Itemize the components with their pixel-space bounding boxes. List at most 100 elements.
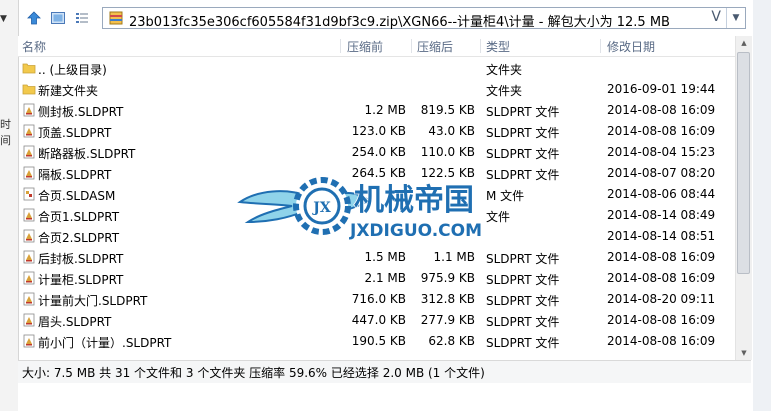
file-compressed-size: 312.8 KB (420, 292, 475, 306)
file-name: 合页.SLDASM (38, 189, 116, 203)
column-header-type[interactable]: 类型 (486, 38, 510, 55)
file-modified-date: 2016-09-01 19:44 (607, 82, 716, 96)
file-list: 名称 压缩前 压缩后 类型 修改日期 .. (上级目录) 文件夹 新建文件夹 文件夹 2… (18, 36, 735, 360)
file-type: M 文件 (486, 189, 525, 203)
column-header-compressed[interactable]: 压缩后 (417, 38, 453, 55)
file-type: SLDPRT 文件 (486, 105, 560, 119)
path-history-glyph: V (711, 9, 721, 25)
file-packed-size: 190.5 KB (351, 334, 406, 348)
table-row[interactable]: .. (上级目录) 文件夹 (18, 58, 735, 79)
toolbar: 23b013fc35e306cf605584f31d9bf3c9.zip\XGN… (18, 6, 753, 32)
file-modified-date: 2014-08-08 16:09 (607, 250, 716, 264)
table-row[interactable]: 断路器板.SLDPRT 254.0 KB 110.0 KB SLDPRT 文件 2014… (18, 142, 735, 163)
file-name: .. (上级目录) (38, 63, 107, 77)
file-packed-size: 1.5 MB (364, 250, 406, 264)
scroll-up-button[interactable]: ▲ (736, 36, 752, 50)
file-modified-date: 2014-08-08 16:09 (607, 313, 716, 327)
column-separator[interactable] (480, 39, 481, 53)
underlying-dropdown-icon: ▼ (0, 14, 7, 24)
file-name: 眉头.SLDPRT (38, 315, 112, 329)
file-name: 顶盖.SLDPRT (38, 126, 112, 140)
file-type: SLDPRT 文件 (486, 315, 560, 329)
file-modified-date: 2014-08-14 08:51 (607, 229, 716, 243)
file-name: 侧封板.SLDPRT (38, 105, 124, 119)
file-compressed-size: 819.5 KB (420, 103, 475, 117)
file-type: SLDPRT 文件 (486, 126, 560, 140)
column-separator[interactable] (411, 39, 412, 53)
file-packed-size: 254.0 KB (351, 145, 406, 159)
table-row[interactable]: 新建文件夹 文件夹 2016-09-01 19:44 (18, 79, 735, 100)
file-name: 计量柜.SLDPRT (38, 273, 124, 287)
column-separator[interactable] (600, 39, 601, 53)
underlying-window-strip-right (753, 0, 771, 411)
file-name: 断路器板.SLDPRT (38, 147, 136, 161)
up-arrow-icon (27, 11, 41, 25)
vertical-scrollbar[interactable]: ▲ ▼ (735, 36, 752, 360)
file-compressed-size: 975.9 KB (420, 271, 475, 285)
file-type: 文件夹 (486, 63, 523, 77)
list-view-icon (76, 13, 88, 23)
table-row[interactable]: 合页1.SLDPRT 文件 2014-08-14 08:49 (18, 205, 735, 226)
column-header-name[interactable]: 名称 (22, 38, 46, 55)
file-modified-date: 2014-08-08 16:09 (607, 124, 716, 138)
file-packed-size: 447.0 KB (351, 313, 406, 327)
column-header-packed[interactable]: 压缩前 (347, 38, 383, 55)
file-type: SLDPRT 文件 (486, 273, 560, 287)
file-type: SLDPRT 文件 (486, 336, 560, 350)
underlying-window-fragment: 时间 (0, 118, 11, 147)
file-name: 后封板.SLDPRT (38, 252, 124, 266)
scrollbar-thumb[interactable] (737, 52, 750, 274)
file-compressed-size: 43.0 KB (428, 124, 475, 138)
file-type: 文件夹 (486, 84, 523, 98)
table-row[interactable]: 隔板.SLDPRT 264.5 KB 122.5 KB SLDPRT 文件 2014-0… (18, 163, 735, 184)
path-dropdown-button[interactable]: ▼ (726, 8, 745, 28)
table-row[interactable]: 合页.SLDASM M 文件 2014-08-06 08:44 (18, 184, 735, 205)
column-separator[interactable] (340, 39, 341, 53)
file-packed-size: 1.2 MB (364, 103, 406, 117)
file-modified-date: 2014-08-08 16:09 (607, 271, 716, 285)
file-name: 隔板.SLDPRT (38, 168, 112, 182)
file-type: SLDPRT 文件 (486, 252, 560, 266)
file-compressed-size: 1.1 MB (433, 250, 475, 264)
view-list-button[interactable] (72, 8, 92, 28)
file-compressed-size: 62.8 KB (428, 334, 475, 348)
file-modified-date: 2014-08-14 08:49 (607, 208, 716, 222)
file-type: SLDPRT 文件 (486, 147, 560, 161)
file-compressed-size: 277.9 KB (420, 313, 475, 327)
table-row[interactable]: 计量前大门.SLDPRT 716.0 KB 312.8 KB SLDPRT 文件 201… (18, 289, 735, 310)
file-type: 文件 (486, 210, 511, 224)
file-modified-date: 2014-08-20 09:11 (607, 292, 716, 306)
status-text: 大小: 7.5 MB 共 31 个文件和 3 个文件夹 压缩率 59.6% 已经… (22, 366, 485, 380)
archive-path-text: 23b013fc35e306cf605584f31d9bf3c9.zip\XGN… (129, 15, 670, 30)
zip-archive-icon (109, 11, 123, 25)
table-row[interactable]: 后封板.SLDPRT 1.5 MB 1.1 MB SLDPRT 文件 2014-08-0… (18, 247, 735, 268)
table-row[interactable]: 前小门（计量）.SLDPRT 190.5 KB 62.8 KB SLDPRT 文件 20… (18, 331, 735, 352)
path-address-bar[interactable]: 23b013fc35e306cf605584f31d9bf3c9.zip\XGN… (102, 7, 746, 30)
window-bottom-area (18, 383, 753, 411)
file-name: 新建文件夹 (38, 84, 99, 98)
file-packed-size: 123.0 KB (351, 124, 406, 138)
file-name: 前小门（计量）.SLDPRT (38, 336, 172, 350)
file-modified-date: 2014-08-04 15:23 (607, 145, 716, 159)
list-header: 名称 压缩前 压缩后 类型 修改日期 (18, 36, 735, 57)
file-modified-date: 2014-08-08 16:09 (607, 334, 716, 348)
large-icons-icon (51, 12, 65, 24)
up-folder-button[interactable] (24, 8, 44, 28)
file-packed-size: 2.1 MB (364, 271, 406, 285)
table-row[interactable]: 眉头.SLDPRT 447.0 KB 277.9 KB SLDPRT 文件 2014-0… (18, 310, 735, 331)
file-modified-date: 2014-08-06 08:44 (607, 187, 716, 201)
table-row[interactable]: 顶盖.SLDPRT 123.0 KB 43.0 KB SLDPRT 文件 2014-08… (18, 121, 735, 142)
file-compressed-size: 110.0 KB (420, 145, 475, 159)
table-row[interactable]: 侧封板.SLDPRT 1.2 MB 819.5 KB SLDPRT 文件 2014-08… (18, 100, 735, 121)
file-type: SLDPRT 文件 (486, 168, 560, 182)
underlying-window-strip: 时间 ▼ (0, 0, 19, 411)
table-row[interactable]: 合页2.SLDPRT 2014-08-14 08:51 (18, 226, 735, 247)
view-large-icons-button[interactable] (48, 8, 68, 28)
file-name: 计量前大门.SLDPRT (38, 294, 148, 308)
table-row[interactable]: 计量柜.SLDPRT 2.1 MB 975.9 KB SLDPRT 文件 2014-08… (18, 268, 735, 289)
file-packed-size: 716.0 KB (351, 292, 406, 306)
file-modified-date: 2014-08-07 08:20 (607, 166, 716, 180)
file-packed-size: 264.5 KB (351, 166, 406, 180)
column-header-modified[interactable]: 修改日期 (607, 38, 655, 55)
scroll-down-button[interactable]: ▼ (736, 346, 752, 360)
